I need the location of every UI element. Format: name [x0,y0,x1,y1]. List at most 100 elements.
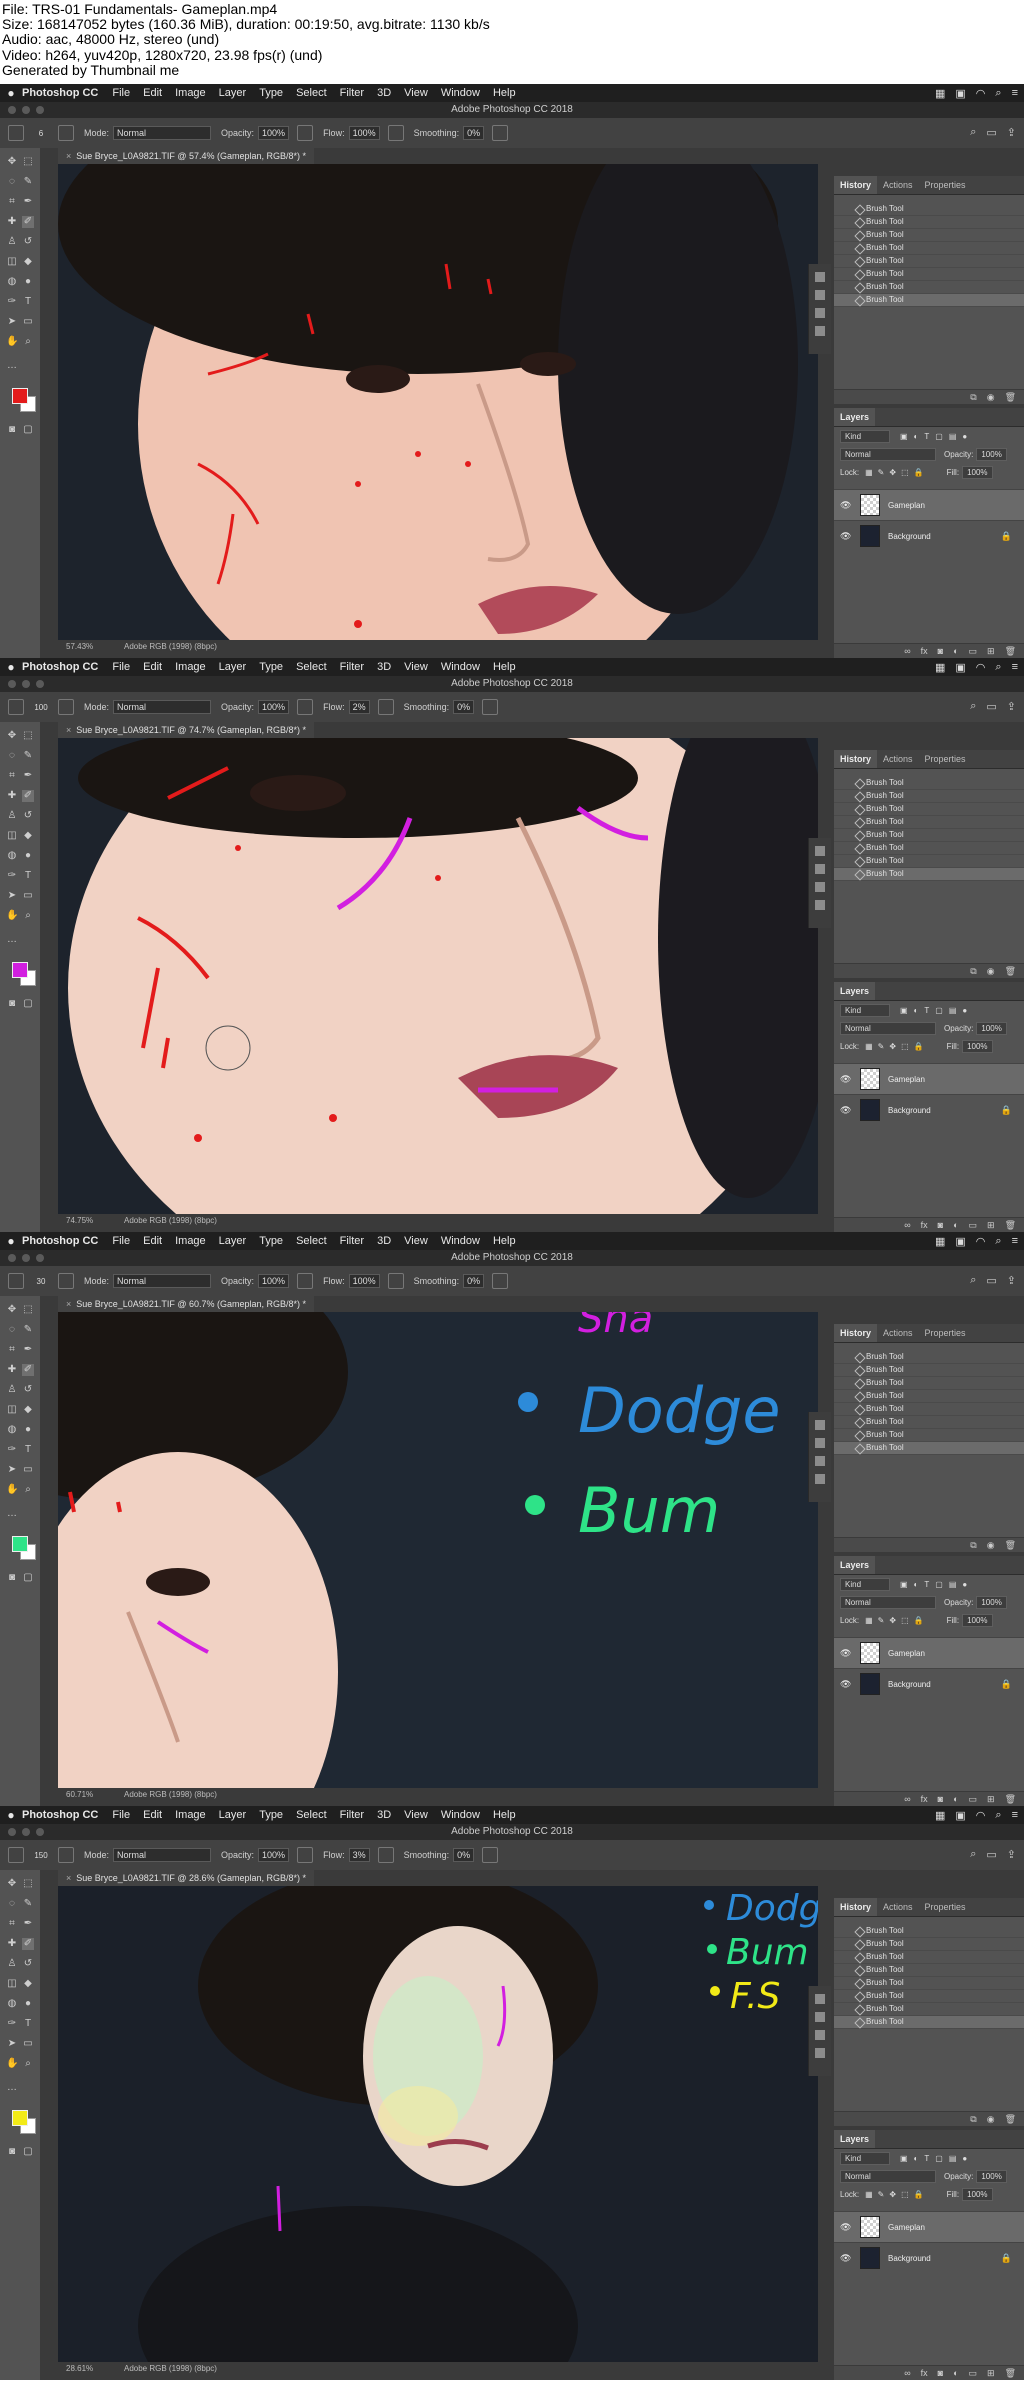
link-layers-icon[interactable]: ∞ [904,644,910,658]
layer-filter-icons[interactable]: ▣◐T▢▤● [900,1580,973,1589]
display-icon[interactable]: ▣ [955,87,965,100]
document-tab[interactable]: × Sue Bryce_L0A9821.TIF @ 74.7% (Gameplan… [58,722,315,738]
menu-filter[interactable]: Filter [340,1235,364,1247]
history-item-current[interactable]: Brush Tool [834,294,1024,307]
dock-panel-icon[interactable] [815,290,825,300]
eye-icon[interactable]: 👁 [840,2253,851,2264]
kind-filter-select[interactable]: Kind [840,1577,890,1591]
crop-tool-icon[interactable]: ⌗ [6,196,18,208]
blur-tool-icon[interactable]: ◍ [6,1998,18,2010]
history-item[interactable]: Brush Tool [834,281,1024,294]
brush-size-value[interactable]: 30 [32,1277,50,1286]
brush-preset-icon[interactable] [8,699,24,715]
dodge-tool-icon[interactable]: ● [22,1424,34,1436]
layer-row-background[interactable]: 👁 Background 🔒 [834,1094,1024,1125]
new-document-from-state-icon[interactable]: ⧉ [970,2112,976,2126]
menu-edit[interactable]: Edit [143,87,162,99]
menu-file[interactable]: File [112,87,130,99]
opacity-field[interactable]: 100% [258,1848,290,1862]
history-item[interactable]: Brush Tool [834,242,1024,255]
apple-icon[interactable]: ● [0,1808,22,1822]
history-item[interactable]: Brush Tool [834,777,1024,790]
new-layer-icon[interactable]: ⊞ [987,2366,995,2380]
smoothing-field[interactable]: 0% [453,700,475,714]
new-document-from-state-icon[interactable]: ⧉ [970,964,976,978]
document-tab[interactable]: × Sue Bryce_L0A9821.TIF @ 28.6% (Gameplan… [58,1870,315,1886]
share-icon[interactable]: ⇪ [1007,700,1016,713]
tab-actions[interactable]: Actions [877,176,919,194]
dock-panel-icon[interactable] [815,308,825,318]
workspace-icon[interactable]: ▦ [935,1235,945,1248]
zoom-tool-icon[interactable]: ⌕ [22,2058,34,2070]
search-icon[interactable]: ⌕ [970,1274,976,1287]
layer-mask-icon[interactable]: ◙ [938,1792,943,1806]
zoom-level[interactable]: 28.61% [66,2362,93,2376]
apple-icon[interactable]: ● [0,86,22,100]
history-item[interactable]: Brush Tool [834,229,1024,242]
hand-tool-icon[interactable]: ✋ [6,2058,18,2070]
paint-bucket-icon[interactable]: ◆ [22,1978,34,1990]
adjustment-layer-icon[interactable]: ◐ [953,644,958,658]
type-tool-icon[interactable]: T [22,296,34,308]
app-menu[interactable]: Photoshop CC [22,87,98,99]
healing-brush-icon[interactable]: ✚ [6,1364,18,1376]
menu-view[interactable]: View [404,1809,428,1821]
snapshot-icon[interactable]: ◉ [987,390,995,404]
hand-tool-icon[interactable]: ✋ [6,910,18,922]
history-item[interactable]: Brush Tool [834,1990,1024,2003]
menu-window[interactable]: Window [441,87,480,99]
screen-mode-icon[interactable]: ▢ [22,2146,34,2158]
quick-mask-icon[interactable]: ◙ [6,424,18,436]
history-item[interactable]: Brush Tool [834,816,1024,829]
tab-layers[interactable]: Layers [834,408,876,426]
history-item[interactable]: Brush Tool [834,216,1024,229]
wifi-icon[interactable]: ◠ [976,661,986,674]
new-layer-icon[interactable]: ⊞ [987,644,995,658]
dock-panel-icon[interactable] [815,1438,825,1448]
brush-size-value[interactable]: 6 [32,129,50,138]
close-tab-icon[interactable]: × [66,151,71,161]
opacity-field[interactable]: 100% [258,1274,290,1288]
pressure-opacity-icon[interactable] [297,1273,314,1289]
menu-type[interactable]: Type [259,1809,283,1821]
layer-opacity-field[interactable]: 100% [976,2169,1007,2183]
document-canvas[interactable] [58,164,818,640]
menu-type[interactable]: Type [259,87,283,99]
menu-3d[interactable]: 3D [377,661,391,673]
brush-panel-icon[interactable] [58,125,74,141]
fill-field[interactable]: 100% [962,2187,993,2201]
app-menu[interactable]: Photoshop CC [22,1809,98,1821]
layer-opacity-field[interactable]: 100% [976,447,1007,461]
new-group-icon[interactable]: ▭ [969,2366,978,2380]
mode-select[interactable]: Normal [113,700,212,714]
brush-preset-icon[interactable] [8,125,24,141]
history-item[interactable]: Brush Tool [834,855,1024,868]
menu-select[interactable]: Select [296,661,327,673]
more-tools-icon[interactable]: … [6,1508,18,1520]
eraser-icon[interactable]: ◫ [6,256,18,268]
fill-field[interactable]: 100% [962,465,993,479]
dock-panel-icon[interactable] [815,1420,825,1430]
trash-icon[interactable]: 🗑 [1005,2112,1016,2126]
path-select-icon[interactable]: ➤ [6,2038,18,2050]
fill-field[interactable]: 100% [962,1613,993,1627]
brush-size-value[interactable]: 100 [32,703,50,712]
kind-filter-select[interactable]: Kind [840,1003,890,1017]
menu-help[interactable]: Help [493,661,516,673]
zoom-window-icon[interactable] [36,1828,44,1836]
menu-filter[interactable]: Filter [340,1809,364,1821]
minimize-window-icon[interactable] [22,1254,30,1262]
clone-stamp-icon[interactable]: ♙ [6,1958,18,1970]
trash-icon[interactable]: 🗑 [1005,390,1016,404]
trash-icon[interactable]: 🗑 [1005,1538,1016,1552]
menu-layer[interactable]: Layer [219,1235,247,1247]
quick-mask-icon[interactable]: ◙ [6,998,18,1010]
pressure-opacity-icon[interactable] [297,699,314,715]
menu-edit[interactable]: Edit [143,661,162,673]
zoom-tool-icon[interactable]: ⌕ [22,336,34,348]
dock-panel-icon[interactable] [815,882,825,892]
mode-select[interactable]: Normal [113,1848,212,1862]
history-item[interactable]: Brush Tool [834,790,1024,803]
zoom-level[interactable]: 60.71% [66,1788,93,1802]
blend-mode-select[interactable]: Normal [840,1021,936,1035]
